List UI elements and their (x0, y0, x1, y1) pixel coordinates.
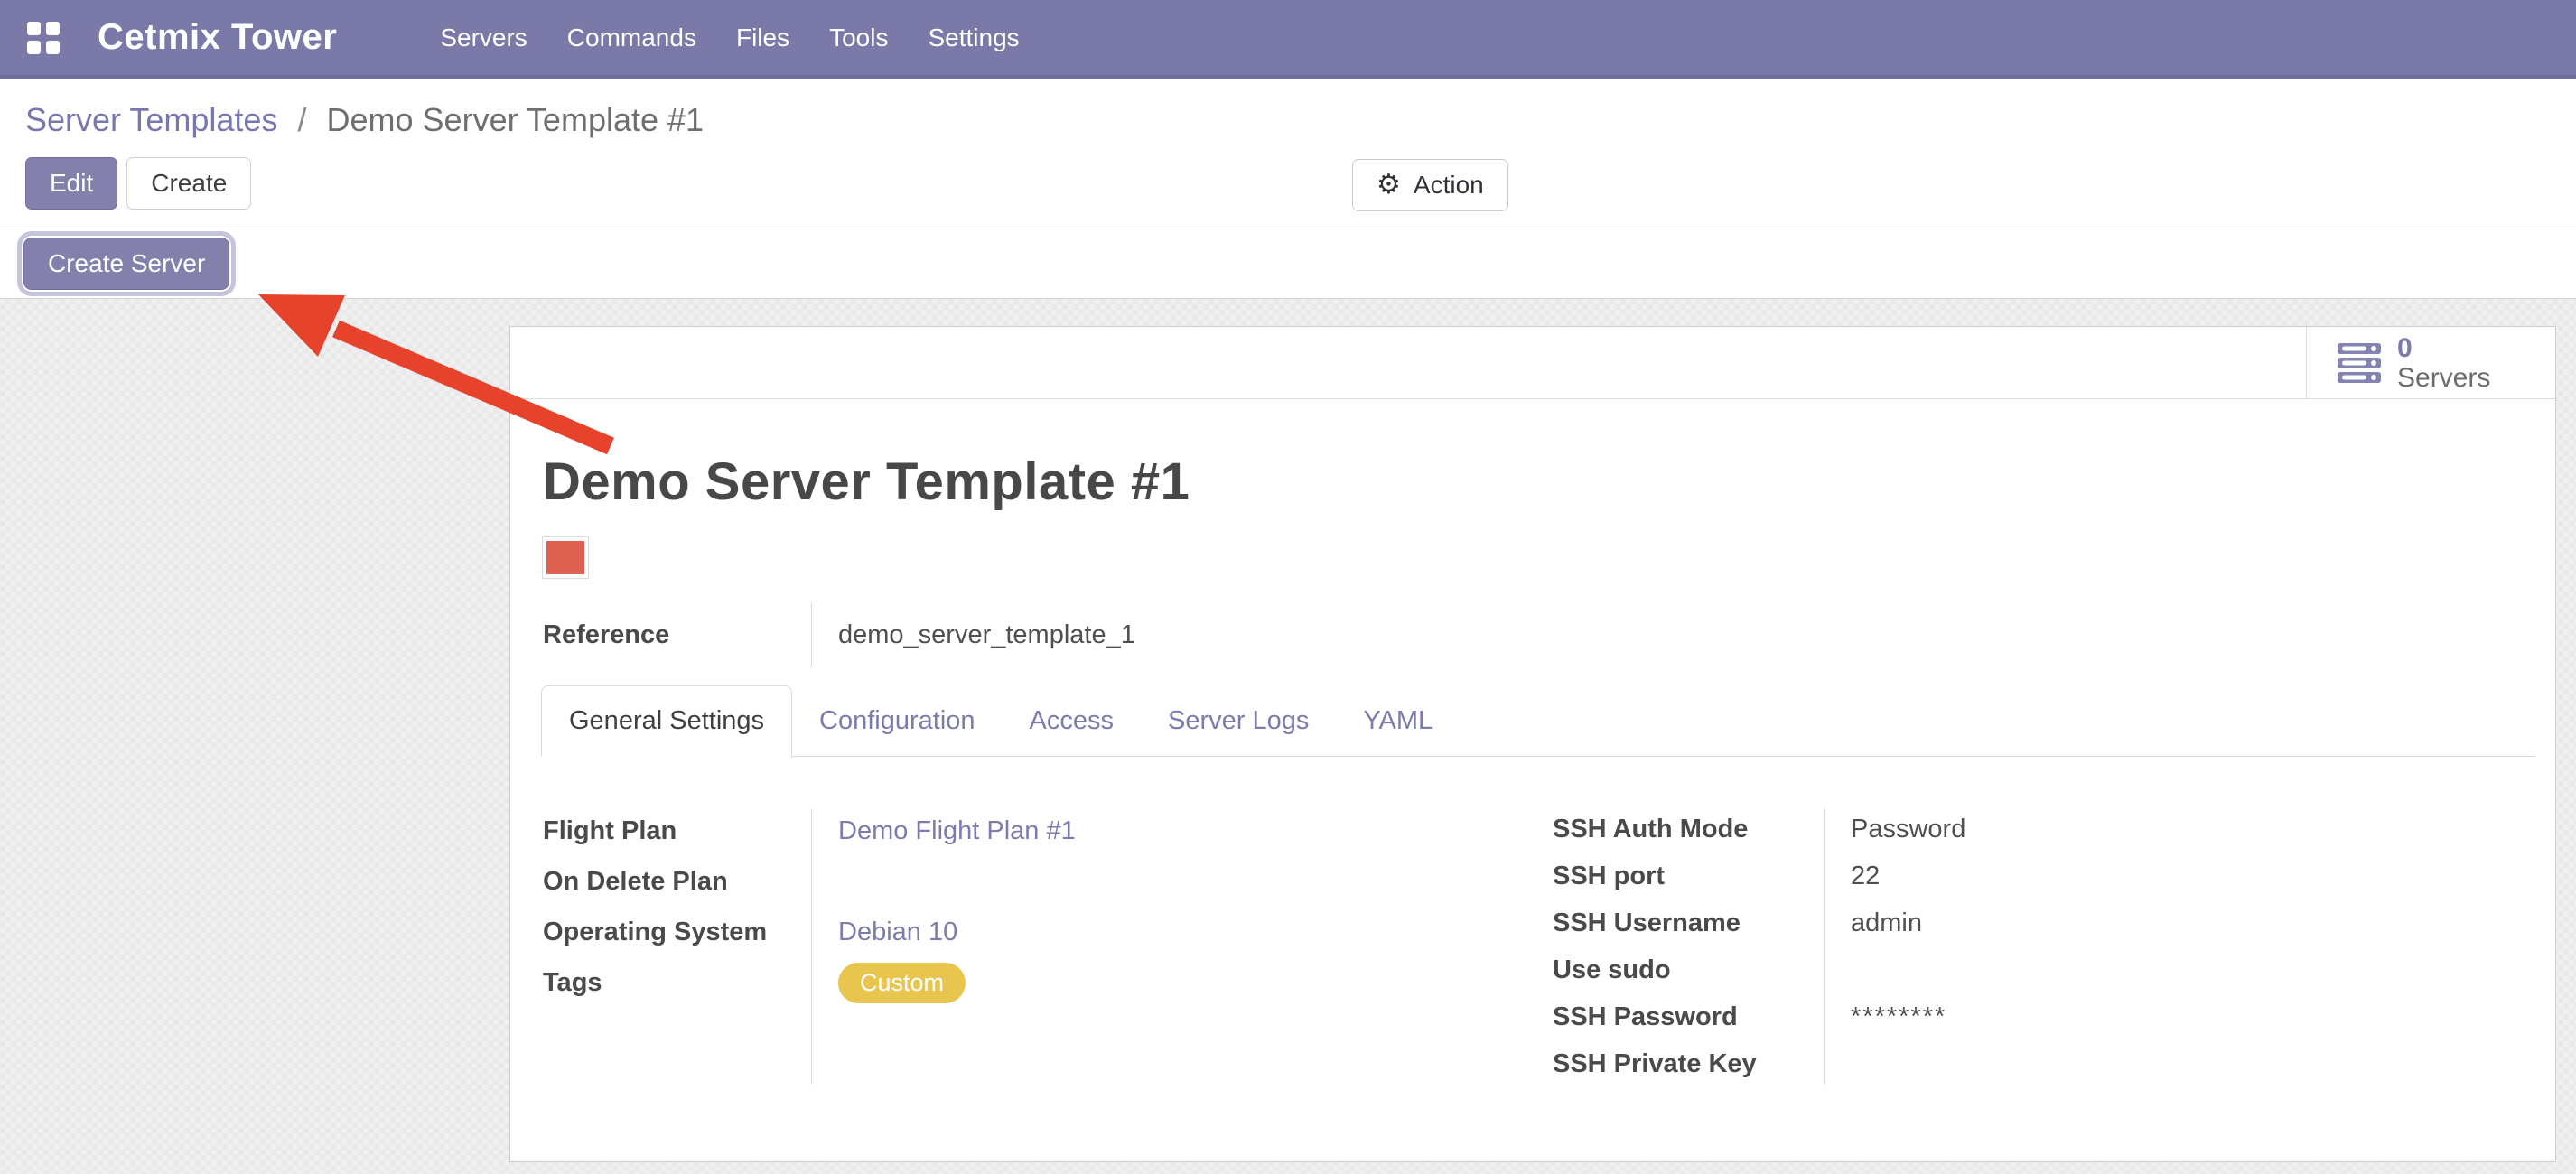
field-value: Password (1824, 815, 2523, 844)
field-value: Demo Flight Plan #1 (811, 816, 1513, 846)
field-value: ******** (1824, 1002, 2523, 1032)
field-value: Debian 10 (811, 918, 1513, 947)
breadcrumb: Server Templates / Demo Server Template … (25, 101, 2551, 139)
field-label: SSH Private Key (1553, 1049, 1824, 1079)
nav-item-commands[interactable]: Commands (565, 18, 698, 58)
field-groups: Flight Plan Demo Flight Plan #1 On Delet… (510, 757, 2555, 1087)
field-row-use-sudo: Use sudo (1553, 946, 2523, 993)
nav-item-settings[interactable]: Settings (926, 18, 1021, 58)
tab-access[interactable]: Access (1003, 685, 1141, 756)
edit-button[interactable]: Edit (25, 157, 117, 210)
field-group-left: Flight Plan Demo Flight Plan #1 On Delet… (543, 806, 1513, 1087)
field-row-tags: Tags Custom (543, 957, 1513, 1008)
apps-grid-square (46, 22, 60, 35)
apps-grid-square (27, 22, 41, 35)
content-area: 0 Servers Demo Server Template #1 Refere… (0, 299, 2576, 1174)
breadcrumb-current: Demo Server Template #1 (327, 101, 705, 138)
field-row-ssh-password: SSH Password ******** (1553, 993, 2523, 1040)
field-label: SSH port (1553, 862, 1824, 891)
server-stack-icon (2338, 343, 2381, 383)
button-box: 0 Servers (510, 327, 2555, 399)
apps-grid-icon[interactable] (27, 22, 60, 54)
apps-grid-square (46, 41, 60, 54)
nav-item-files[interactable]: Files (734, 18, 791, 58)
create-button[interactable]: Create (126, 157, 251, 210)
action-button-label: Action (1414, 170, 1484, 200)
field-row-flight-plan: Flight Plan Demo Flight Plan #1 (543, 806, 1513, 856)
servers-stat-count: 0 (2397, 333, 2490, 363)
field-value: 22 (1824, 862, 2523, 891)
field-row-operating-system: Operating System Debian 10 (543, 907, 1513, 957)
tab-yaml[interactable]: YAML (1336, 685, 1460, 756)
field-label: Reference (543, 620, 811, 650)
field-label: Operating System (543, 918, 811, 947)
field-label: SSH Username (1553, 908, 1824, 938)
tab-general-settings[interactable]: General Settings (541, 685, 792, 757)
control-panel-buttons: Edit Create (25, 157, 2551, 210)
apps-grid-square (27, 41, 41, 54)
gear-icon: ⚙ (1377, 172, 1401, 199)
field-value: demo_server_template_1 (811, 620, 2523, 650)
field-value: Custom (811, 963, 1513, 1003)
tab-bar: General Settings Configuration Access Se… (541, 686, 2535, 757)
breadcrumb-parent-link[interactable]: Server Templates (25, 101, 277, 138)
breadcrumb-separator: / (297, 101, 306, 138)
form-sheet: 0 Servers Demo Server Template #1 Refere… (509, 326, 2556, 1162)
flight-plan-link[interactable]: Demo Flight Plan #1 (838, 816, 1076, 845)
top-nav-bar: Cetmix Tower Servers Commands Files Tool… (0, 0, 2576, 79)
form-header-strip: Create Server (0, 228, 2576, 299)
nav-item-servers[interactable]: Servers (438, 18, 528, 58)
reference-field-group: Reference demo_server_template_1 (543, 600, 2523, 670)
field-label: On Delete Plan (543, 867, 811, 897)
tag-badge: Custom (838, 963, 966, 1003)
field-label: Use sudo (1553, 955, 1824, 985)
create-server-button[interactable]: Create Server (23, 238, 229, 290)
action-button[interactable]: ⚙ Action (1352, 159, 1508, 211)
servers-stat-label: Servers (2397, 363, 2490, 393)
nav-item-tools[interactable]: Tools (827, 18, 890, 58)
field-group-right: SSH Auth Mode Password SSH port 22 SSH U… (1553, 806, 2523, 1087)
control-panel: Server Templates / Demo Server Template … (0, 79, 2576, 228)
tab-configuration[interactable]: Configuration (792, 685, 1003, 756)
tab-server-logs[interactable]: Server Logs (1141, 685, 1336, 756)
servers-stat-text: 0 Servers (2397, 333, 2490, 393)
field-value: admin (1824, 908, 2523, 938)
field-row-reference: Reference demo_server_template_1 (543, 600, 2523, 670)
nav-menu: Servers Commands Files Tools Settings (438, 18, 1021, 58)
field-label: Flight Plan (543, 816, 811, 846)
field-label: Tags (543, 968, 811, 998)
field-label: SSH Password (1553, 1002, 1824, 1032)
record-title: Demo Server Template #1 (543, 452, 2523, 512)
field-row-ssh-private-key: SSH Private Key (1553, 1040, 2523, 1087)
field-row-ssh-port: SSH port 22 (1553, 853, 2523, 899)
operating-system-link[interactable]: Debian 10 (838, 918, 957, 946)
field-row-ssh-auth-mode: SSH Auth Mode Password (1553, 806, 2523, 853)
field-label: SSH Auth Mode (1553, 815, 1824, 844)
field-row-ssh-username: SSH Username admin (1553, 899, 2523, 946)
brand-title[interactable]: Cetmix Tower (98, 17, 337, 58)
servers-stat-button[interactable]: 0 Servers (2306, 327, 2555, 398)
field-row-on-delete-plan: On Delete Plan (543, 856, 1513, 907)
color-swatch (543, 537, 588, 578)
